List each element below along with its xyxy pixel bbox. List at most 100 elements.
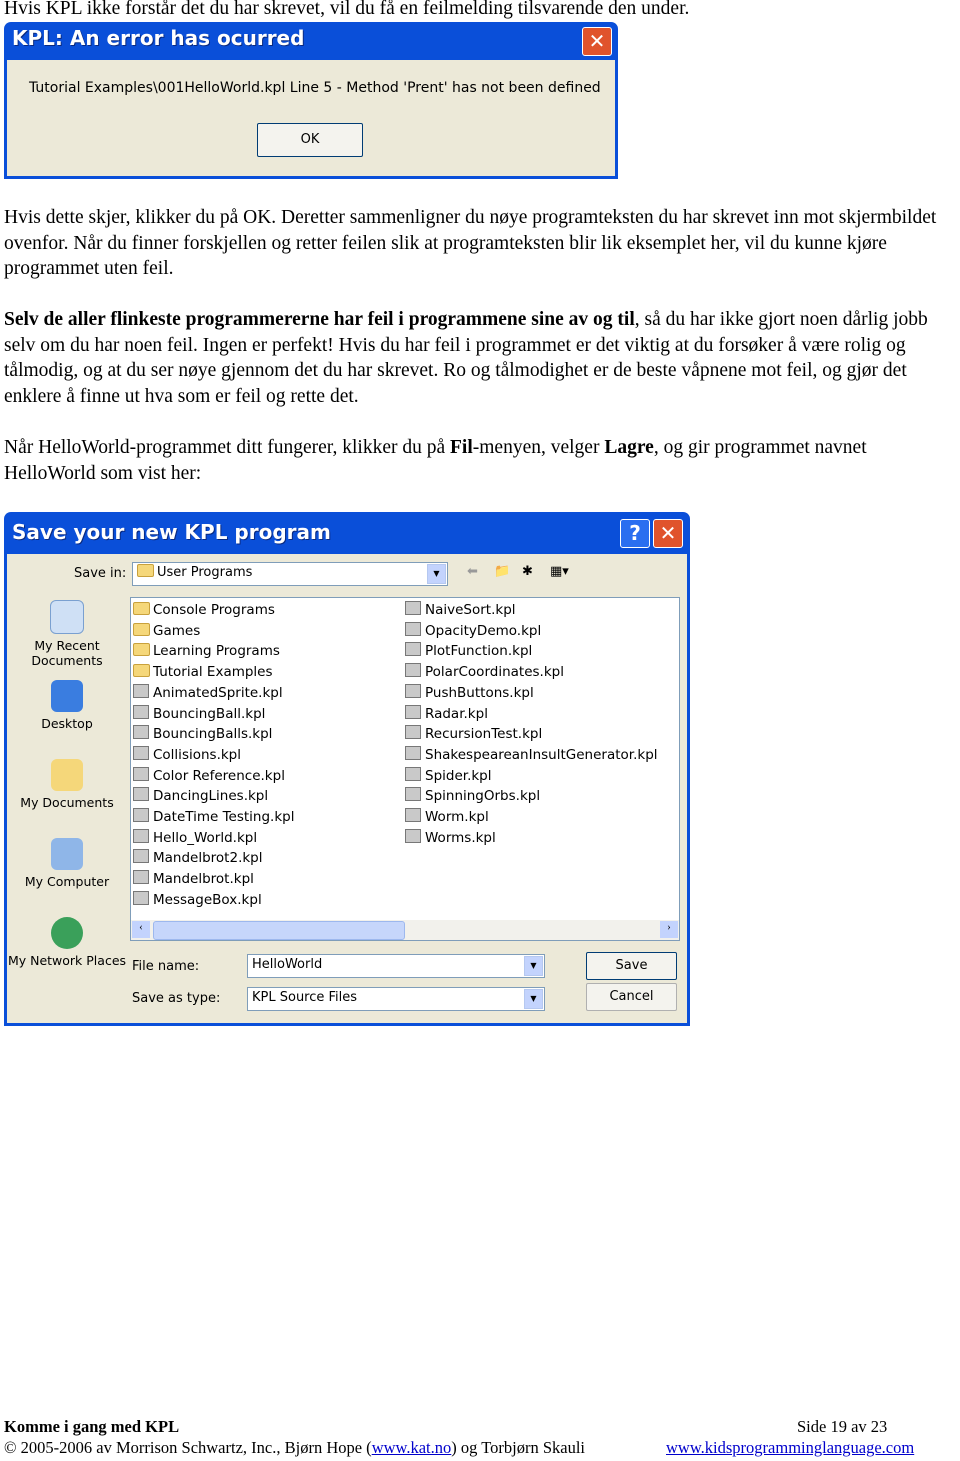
p3-bold-fil: Fil [450,437,473,458]
place-desktop[interactable]: Desktop [7,680,127,731]
file-item[interactable]: ShakespeareanInsultGenerator.kpl [405,745,658,765]
folder-icon [133,664,150,678]
chevron-down-icon[interactable]: ▼ [524,956,543,976]
folder-item[interactable]: Games [133,621,200,641]
file-list[interactable]: Console Programs Games Learning Programs Tu… [130,597,680,941]
save-in-select[interactable]: User Programs ▼ [132,562,448,586]
file-item[interactable]: Radar.kpl [405,704,488,724]
file-item[interactable]: MessageBox.kpl [133,890,262,910]
paragraph-2: Selv de aller flinkeste programmererne h… [4,307,960,409]
up-folder-icon[interactable]: 📁 [494,564,510,579]
paragraph-1: Hvis dette skjer, klikker du på OK. Dere… [4,207,937,279]
file-item[interactable]: AnimatedSprite.kpl [133,683,283,703]
kpl-file-icon [405,766,421,781]
folder-icon [137,564,154,577]
kpl-file-icon [133,849,149,864]
kpl-file-icon [405,787,421,802]
item-label: Radar.kpl [425,705,488,722]
file-item[interactable]: Hello_World.kpl [133,828,257,848]
kpl-file-icon [133,725,149,740]
kat-link[interactable]: www.kat.no [372,1438,452,1457]
scroll-right-button[interactable]: › [660,921,678,938]
file-item[interactable]: Mandelbrot.kpl [133,869,254,889]
kpl-file-icon [405,828,421,843]
file-item[interactable]: NaiveSort.kpl [405,600,516,620]
item-label: BouncingBall.kpl [153,705,266,722]
file-name-label: File name: [132,959,200,974]
item-label: Console Programs [153,602,275,618]
file-item[interactable]: Worms.kpl [405,828,496,848]
view-menu-icon[interactable]: ▦▾ [550,564,569,579]
back-icon[interactable]: ⬅ [467,564,478,579]
file-item[interactable]: Worm.kpl [405,807,489,827]
item-label: Collisions.kpl [153,746,242,763]
file-item[interactable]: Collisions.kpl [133,745,241,765]
footer-title: Komme i gang med KPL [4,1417,180,1436]
item-label: Games [153,622,201,639]
folder-icon [133,602,150,615]
place-my-documents[interactable]: My Documents [7,759,127,810]
file-item[interactable]: BouncingBalls.kpl [133,724,272,744]
close-icon[interactable]: ✕ [582,27,612,56]
item-label: BouncingBalls.kpl [153,726,273,743]
kpl-file-icon [405,704,421,719]
place-recent[interactable]: My Recent Documents [7,600,127,668]
place-label: My Recent Documents [31,638,103,668]
file-item[interactable]: OpacityDemo.kpl [405,621,541,641]
file-item[interactable]: PolarCoordinates.kpl [405,662,564,682]
file-item[interactable]: Mandelbrot2.kpl [133,848,263,868]
cancel-button[interactable]: Cancel [586,983,677,1011]
item-label: Mandelbrot2.kpl [153,850,263,867]
kpl-file-icon [133,683,149,698]
place-my-computer[interactable]: My Computer [7,838,127,889]
folder-item[interactable]: Tutorial Examples [133,662,273,682]
save-type-value: KPL Source Files [252,990,358,1005]
folder-item[interactable]: Console Programs [133,600,275,620]
error-dialog-title: KPL: An error has ocurred [12,26,305,50]
file-item[interactable]: SpinningOrbs.kpl [405,786,540,806]
horizontal-scrollbar[interactable]: ‹ › [131,920,679,940]
file-item[interactable]: PlotFunction.kpl [405,641,532,661]
help-icon[interactable]: ? [620,519,650,548]
kpl-file-icon [405,808,421,822]
file-item[interactable]: DancingLines.kpl [133,786,268,806]
file-item[interactable]: DateTime Testing.kpl [133,807,295,827]
file-item[interactable]: RecursionTest.kpl [405,724,542,744]
new-folder-icon[interactable]: ✱ [522,564,533,579]
folder-item[interactable]: Learning Programs [133,641,280,661]
chevron-down-icon[interactable]: ▼ [427,564,446,584]
item-label: Hello_World.kpl [153,829,258,846]
scroll-left-button[interactable]: ‹ [132,921,150,938]
kpl-file-icon [405,745,421,760]
save-type-select[interactable]: KPL Source Files ▼ [247,987,545,1011]
copy-text: © 2005-2006 av Morrison Schwartz, Inc., … [4,1438,372,1457]
item-label: Color Reference.kpl [153,767,285,784]
item-label: PlotFunction.kpl [425,643,533,660]
file-item[interactable]: PushButtons.kpl [405,683,534,703]
network-places-icon [51,917,83,949]
scrollbar-thumb[interactable] [153,921,405,940]
item-label: OpacityDemo.kpl [425,622,542,639]
page-number: Side 19 av 23 [797,1417,888,1436]
item-label: Spider.kpl [425,767,492,784]
kpl-file-icon [133,787,149,802]
file-item[interactable]: BouncingBall.kpl [133,704,265,724]
file-name-value: HelloWorld [252,957,323,972]
item-label: PolarCoordinates.kpl [425,664,564,681]
place-network[interactable]: My Network Places [7,917,127,968]
kpl-website-link[interactable]: www.kidsprogramminglanguage.com [666,1438,914,1457]
file-name-input[interactable]: HelloWorld ▼ [247,954,545,978]
chevron-down-icon[interactable]: ▼ [524,989,543,1009]
p3-bold-lagre: Lagre [604,437,654,458]
intro-text: Hvis KPL ikke forstår det du har skrevet… [4,0,690,19]
folder-icon [133,622,150,636]
ok-button[interactable]: OK [257,123,363,157]
footer-copyright: © 2005-2006 av Morrison Schwartz, Inc., … [4,1437,585,1458]
file-item[interactable]: Spider.kpl [405,766,492,786]
places-bar: My Recent Documents Desktop My Documents… [7,594,129,1034]
file-item[interactable]: Color Reference.kpl [133,766,285,786]
close-icon[interactable]: ✕ [653,519,683,548]
item-label: MessageBox.kpl [153,891,262,908]
save-type-label: Save as type: [132,991,221,1006]
save-button[interactable]: Save [586,952,677,980]
